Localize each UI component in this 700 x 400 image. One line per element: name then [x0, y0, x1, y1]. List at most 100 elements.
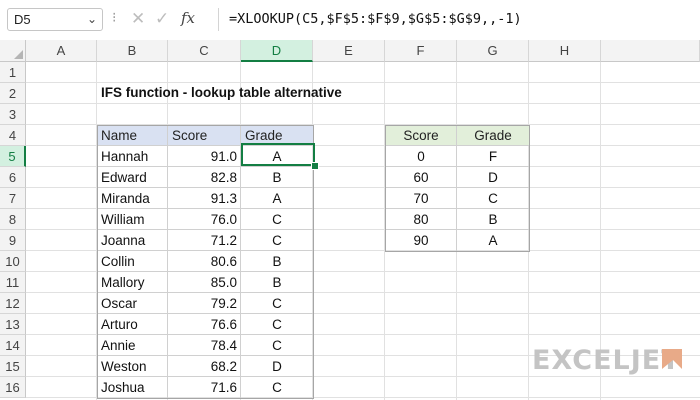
cancel-icon[interactable]: ✕	[131, 9, 145, 29]
column-header-a[interactable]: A	[26, 40, 97, 62]
main-cell-grade[interactable]: C	[241, 314, 313, 335]
main-cell-grade[interactable]: C	[241, 230, 313, 251]
name-box[interactable]: D5 ⌄	[7, 8, 103, 31]
main-cell-grade[interactable]: C	[241, 377, 313, 398]
main-cell-name[interactable]: Mallory	[97, 272, 168, 293]
lookup-cell-grade[interactable]: F	[457, 146, 529, 167]
table-line	[97, 166, 313, 167]
main-header-score[interactable]: Score	[168, 125, 241, 146]
main-cell-score[interactable]: 76.0	[168, 209, 241, 230]
select-all-corner[interactable]	[0, 40, 26, 62]
row-header-3[interactable]: 3	[0, 104, 26, 125]
formula-text: =XLOOKUP(C5,$F$5:$F$9,$G$5:$G$9,,-1)	[229, 11, 522, 27]
column-header-f[interactable]: F	[385, 40, 457, 62]
main-cell-name[interactable]: Arturo	[97, 314, 168, 335]
main-cell-name[interactable]: Oscar	[97, 293, 168, 314]
more-options-icon[interactable]: ⁝	[112, 9, 117, 26]
row-header-6[interactable]: 6	[0, 167, 26, 188]
main-cell-score[interactable]: 68.2	[168, 356, 241, 377]
lookup-header-score[interactable]: Score	[385, 125, 457, 146]
row-header-4[interactable]: 4	[0, 125, 26, 146]
main-cell-name[interactable]: Hannah	[97, 146, 168, 167]
lookup-cell-grade[interactable]: A	[457, 230, 529, 251]
lookup-cell-score[interactable]: 0	[385, 146, 457, 167]
main-cell-grade[interactable]: B	[241, 251, 313, 272]
column-header-e[interactable]: E	[313, 40, 385, 62]
table-line	[385, 145, 529, 146]
main-cell-score[interactable]: 82.8	[168, 167, 241, 188]
main-cell-name[interactable]: Annie	[97, 335, 168, 356]
main-cell-grade[interactable]: B	[241, 272, 313, 293]
main-cell-grade[interactable]: C	[241, 209, 313, 230]
lookup-cell-grade[interactable]: B	[457, 209, 529, 230]
row-header-9[interactable]: 9	[0, 230, 26, 251]
column-header-c[interactable]: C	[168, 40, 241, 62]
main-cell-name[interactable]: Collin	[97, 251, 168, 272]
main-cell-score[interactable]: 85.0	[168, 272, 241, 293]
table-line	[97, 292, 313, 293]
row-header-2[interactable]: 2	[0, 83, 26, 104]
table-line	[97, 355, 313, 356]
column-header-h[interactable]: H	[529, 40, 601, 62]
main-cell-name[interactable]: Weston	[97, 356, 168, 377]
table-line	[456, 125, 457, 251]
main-header-name[interactable]: Name	[97, 125, 168, 146]
main-cell-score[interactable]: 91.0	[168, 146, 241, 167]
enter-icon[interactable]: ✓	[155, 9, 169, 29]
main-cell-name[interactable]: Miranda	[97, 188, 168, 209]
row-header-8[interactable]: 8	[0, 209, 26, 230]
fill-handle[interactable]	[311, 162, 319, 170]
main-cell-grade[interactable]: B	[241, 167, 313, 188]
column-header-b[interactable]: B	[97, 40, 168, 62]
main-cell-grade[interactable]: C	[241, 293, 313, 314]
main-cell-score[interactable]: 80.6	[168, 251, 241, 272]
lookup-cell-grade[interactable]: C	[457, 188, 529, 209]
row-header-14[interactable]: 14	[0, 335, 26, 356]
main-cell-score[interactable]: 91.3	[168, 188, 241, 209]
column-header-d[interactable]: D	[241, 40, 313, 62]
lookup-header-grade[interactable]: Grade	[457, 125, 529, 146]
main-cell-grade[interactable]: C	[241, 335, 313, 356]
row-header-12[interactable]: 12	[0, 293, 26, 314]
main-cell-grade[interactable]: D	[241, 356, 313, 377]
row-header-11[interactable]: 11	[0, 272, 26, 293]
gridline	[26, 103, 700, 104]
insert-function-icon[interactable]: fx	[181, 9, 195, 27]
main-cell-grade[interactable]: A	[241, 188, 313, 209]
lookup-cell-score[interactable]: 90	[385, 230, 457, 251]
main-cell-name[interactable]: William	[97, 209, 168, 230]
table-line	[97, 250, 313, 251]
table-line	[97, 208, 313, 209]
column-header-extra[interactable]	[601, 40, 700, 62]
row-header-1[interactable]: 1	[0, 62, 26, 83]
lookup-cell-score[interactable]: 80	[385, 209, 457, 230]
table-line	[385, 229, 529, 230]
table-line	[97, 187, 313, 188]
row-header-15[interactable]: 15	[0, 356, 26, 377]
main-cell-score[interactable]: 76.6	[168, 314, 241, 335]
row-header-5[interactable]: 5	[0, 146, 26, 167]
row-header-16[interactable]: 16	[0, 377, 26, 398]
lookup-cell-score[interactable]: 60	[385, 167, 457, 188]
main-cell-score[interactable]: 71.6	[168, 377, 241, 398]
lookup-cell-score[interactable]: 70	[385, 188, 457, 209]
main-cell-name[interactable]: Joshua	[97, 377, 168, 398]
lookup-cell-grade[interactable]: D	[457, 167, 529, 188]
selected-cell-d5[interactable]	[241, 143, 315, 166]
table-line	[385, 166, 529, 167]
formula-input[interactable]: =XLOOKUP(C5,$F$5:$F$9,$G$5:$G$9,,-1)	[218, 8, 700, 31]
main-cell-name[interactable]: Edward	[97, 167, 168, 188]
main-cell-name[interactable]: Joanna	[97, 230, 168, 251]
main-cell-score[interactable]: 79.2	[168, 293, 241, 314]
row-header-10[interactable]: 10	[0, 251, 26, 272]
row-header-13[interactable]: 13	[0, 314, 26, 335]
chevron-down-icon[interactable]: ⌄	[87, 12, 97, 26]
table-line	[385, 187, 529, 188]
column-header-g[interactable]: G	[457, 40, 529, 62]
table-line	[97, 271, 313, 272]
main-cell-score[interactable]: 71.2	[168, 230, 241, 251]
main-cell-score[interactable]: 78.4	[168, 335, 241, 356]
table-line	[167, 125, 168, 398]
formula-bar: D5 ⌄ ⁝ ✕ ✓ fx =XLOOKUP(C5,$F$5:$F$9,$G$5…	[0, 0, 700, 40]
row-header-7[interactable]: 7	[0, 188, 26, 209]
